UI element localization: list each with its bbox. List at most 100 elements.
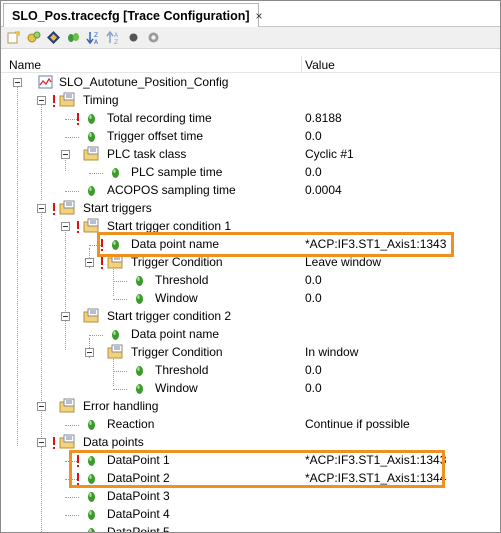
tree-row-threshold-2[interactable]: Threshold 0.0: [1, 362, 500, 380]
parameter-icon: [112, 330, 119, 340]
tree-row-start-trigger-condition-1[interactable]: Start trigger condition 1: [1, 218, 500, 236]
node-value[interactable]: *ACP:IF3.ST1_Axis1:1343: [305, 453, 446, 467]
tree-line: [65, 497, 79, 498]
tree-row-data-point-name-1[interactable]: Data point name *ACP:IF3.ST1_Axis1:1343: [1, 236, 500, 254]
tree-row-threshold-1[interactable]: Threshold 0.0: [1, 272, 500, 290]
parameter-icon: [88, 492, 95, 502]
node-value[interactable]: 0.0: [305, 381, 322, 395]
name-column-header[interactable]: Name: [9, 58, 41, 72]
node-value[interactable]: Cyclic #1: [305, 147, 354, 161]
parameter-icon: [136, 294, 143, 304]
node-value[interactable]: In window: [305, 345, 358, 359]
settings-icon[interactable]: [145, 29, 162, 46]
tree-row-trigger-condition-2[interactable]: Trigger Condition In window: [1, 344, 500, 362]
tree-row-plc-task-class[interactable]: PLC task class Cyclic #1: [1, 146, 500, 164]
value-column-header[interactable]: Value: [305, 58, 335, 72]
parameter-icon: [88, 132, 95, 142]
node-value[interactable]: 0.0: [305, 291, 322, 305]
parameter-icon: [88, 510, 95, 520]
collapse-toggle[interactable]: [13, 78, 22, 87]
svg-text:Z: Z: [94, 32, 98, 39]
folder-icon: [107, 254, 123, 269]
tree-line: [65, 191, 79, 192]
node-label: Start trigger condition 2: [107, 309, 232, 323]
parameter-icon: [88, 456, 95, 466]
node-label: Start trigger condition 1: [107, 219, 232, 233]
node-label: Threshold: [155, 363, 209, 377]
tree-row-data-point-name-2[interactable]: Data point name: [1, 326, 500, 344]
tree-row-total-recording-time[interactable]: Total recording time 0.8188: [1, 110, 500, 128]
column-header: Name Value: [1, 56, 500, 73]
collapse-toggle[interactable]: [37, 96, 46, 105]
parameter-icon: [88, 474, 95, 484]
tab-title: SLO_Pos.tracecfg [Trace Configuration]: [12, 8, 250, 23]
collapse-toggle[interactable]: [37, 204, 46, 213]
node-value[interactable]: 0.0: [305, 165, 322, 179]
collapse-toggle[interactable]: [37, 402, 46, 411]
parameter-icon: [136, 366, 143, 376]
tab-strip: SLO_Pos.tracecfg [Trace Configuration] ×: [1, 1, 500, 27]
move-icon[interactable]: [45, 29, 62, 46]
tree-row-trigger-offset-time[interactable]: Trigger offset time 0.0: [1, 128, 500, 146]
tab-trace-configuration[interactable]: SLO_Pos.tracecfg [Trace Configuration] ×: [3, 3, 263, 27]
node-value[interactable]: 0.0: [305, 273, 322, 287]
tree-row-datapoint-5[interactable]: DataPoint 5: [1, 524, 500, 532]
sort-descending-icon[interactable]: ZA: [85, 29, 102, 46]
collapse-toggle[interactable]: [61, 150, 70, 159]
tree-row-start-trigger-condition-2[interactable]: Start trigger condition 2: [1, 308, 500, 326]
tree-row-data-points[interactable]: Data points: [1, 434, 500, 452]
collapse-toggle[interactable]: [85, 348, 94, 357]
node-label: Error handling: [83, 399, 159, 413]
folder-icon: [83, 146, 99, 161]
close-icon[interactable]: ×: [256, 9, 263, 23]
node-value[interactable]: Continue if possible: [305, 417, 410, 431]
tree-line: [113, 299, 127, 300]
parameter-icon: [112, 168, 119, 178]
tree-row-trigger-condition-1[interactable]: Trigger Condition Leave window: [1, 254, 500, 272]
collapse-toggle[interactable]: [61, 222, 70, 231]
tree-row-window-2[interactable]: Window 0.0: [1, 380, 500, 398]
record-icon[interactable]: [125, 29, 142, 46]
node-label: DataPoint 2: [107, 471, 170, 485]
node-value[interactable]: 0.8188: [305, 111, 342, 125]
node-value[interactable]: *ACP:IF3.ST1_Axis1:1343: [305, 237, 446, 251]
error-mark-icon: [53, 95, 55, 107]
folder-icon: [59, 200, 75, 215]
svg-text:A: A: [94, 39, 99, 45]
tree-row-window-1[interactable]: Window 0.0: [1, 290, 500, 308]
sort-ascending-icon[interactable]: AZ: [105, 29, 122, 46]
trace-config-window: SLO_Pos.tracecfg [Trace Configuration] ×…: [0, 0, 501, 533]
node-label: Data point name: [131, 327, 220, 341]
tree-row-root[interactable]: SLO_Autotune_Position_Config: [1, 74, 500, 92]
error-mark-icon: [53, 437, 55, 449]
tree-row-datapoint-2[interactable]: DataPoint 2 *ACP:IF3.ST1_Axis1:1344: [1, 470, 500, 488]
tree-row-plc-sample-time[interactable]: PLC sample time 0.0: [1, 164, 500, 182]
tree-row-acopos-sampling-time[interactable]: ACOPOS sampling time 0.0004: [1, 182, 500, 200]
parameter-icon: [136, 384, 143, 394]
tree-line: [65, 515, 79, 516]
node-value[interactable]: 0.0: [305, 129, 322, 143]
tree-row-datapoint-4[interactable]: DataPoint 4: [1, 506, 500, 524]
tree-row-error-handling[interactable]: Error handling: [1, 398, 500, 416]
tree-row-timing[interactable]: Timing: [1, 92, 500, 110]
parameter-icon: [88, 186, 95, 196]
tree-line: [89, 335, 103, 336]
tree-row-start-triggers[interactable]: Start triggers: [1, 200, 500, 218]
tree-row-datapoint-1[interactable]: DataPoint 1 *ACP:IF3.ST1_Axis1:1343: [1, 452, 500, 470]
node-label: Threshold: [155, 273, 209, 287]
tree-row-datapoint-3[interactable]: DataPoint 3: [1, 488, 500, 506]
collapse-toggle[interactable]: [61, 312, 70, 321]
folder-icon: [83, 218, 99, 233]
collapse-toggle[interactable]: [85, 258, 94, 267]
tree-row-reaction[interactable]: Reaction Continue if possible: [1, 416, 500, 434]
insert-icon[interactable]: [25, 29, 42, 46]
node-value[interactable]: *ACP:IF3.ST1_Axis1:1344: [305, 471, 446, 485]
folder-icon: [59, 92, 75, 107]
node-value[interactable]: 0.0: [305, 363, 322, 377]
node-value[interactable]: Leave window: [305, 255, 381, 269]
node-value[interactable]: 0.0004: [305, 183, 342, 197]
properties-icon[interactable]: [65, 29, 82, 46]
collapse-toggle[interactable]: [37, 438, 46, 447]
new-item-icon[interactable]: [5, 29, 22, 46]
column-divider[interactable]: [301, 56, 302, 73]
